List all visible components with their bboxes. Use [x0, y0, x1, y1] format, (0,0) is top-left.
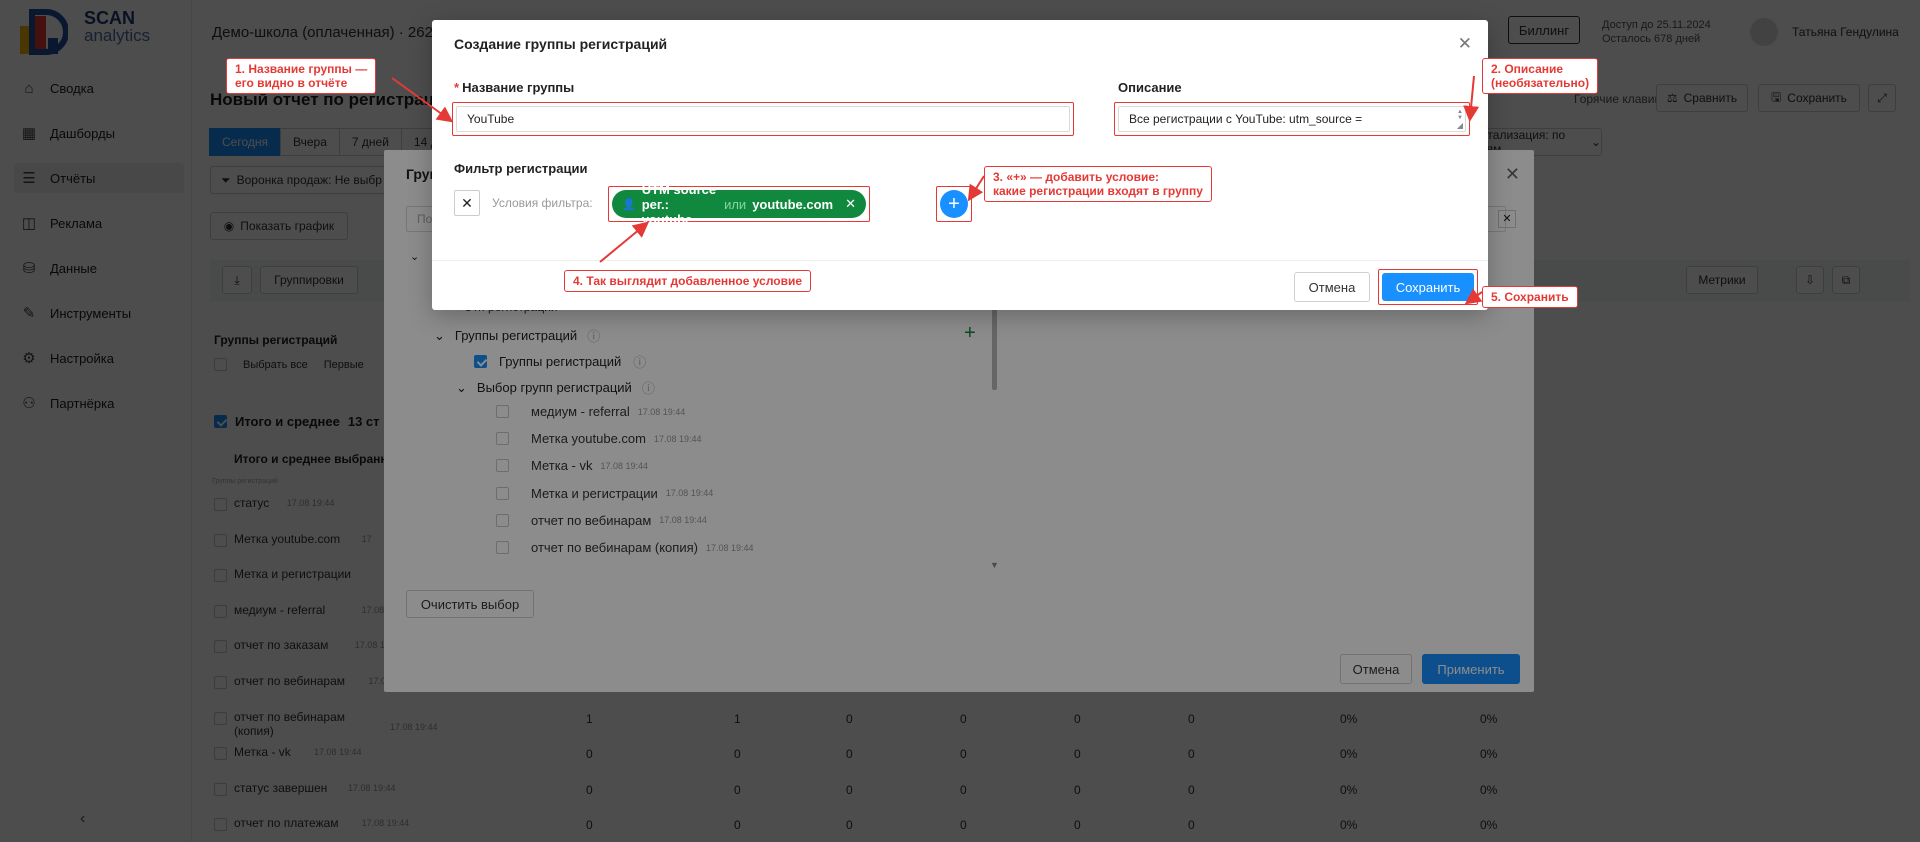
- filter-condition-tag[interactable]: 👤 UTM source рег.: youtube или youtube.c…: [612, 182, 866, 227]
- callout-2-line2: (необязательно): [1491, 76, 1590, 90]
- callout-2-line1: 2. Описание: [1491, 62, 1564, 76]
- description-textarea[interactable]: Все регистрации с YouTube: utm_source = …: [1118, 106, 1466, 132]
- callout-1-line1: 1. Название группы —: [235, 62, 368, 76]
- add-condition-icon[interactable]: +: [940, 190, 968, 218]
- create-group-modal: Создание группы регистраций ✕ * Название …: [432, 20, 1488, 310]
- modal-save-button[interactable]: Сохранить: [1382, 273, 1474, 301]
- user-icon: 👤: [622, 198, 636, 211]
- tag-remove-icon[interactable]: ✕: [845, 196, 856, 212]
- group-name-input[interactable]: YouTube: [456, 106, 1070, 132]
- tag-or: или: [724, 196, 747, 212]
- callout-2: 2. Описание (необязательно): [1482, 58, 1599, 94]
- callout-3: 3. «+» — добавить условие: какие регистр…: [984, 166, 1212, 202]
- textarea-scroll-icon[interactable]: ▲ ▼: [1457, 109, 1463, 121]
- modal-title: Создание группы регистраций: [454, 36, 668, 52]
- callout-3-line2: какие регистрации входят в группу: [993, 184, 1203, 198]
- callout-1: 1. Название группы — его видно в отчёте: [226, 58, 377, 94]
- callout-3-line1: 3. «+» — добавить условие:: [993, 170, 1160, 184]
- filter-label: Фильтр регистрации: [454, 161, 588, 176]
- name-label: * Название группы: [454, 80, 574, 95]
- callout-5: 5. Сохранить: [1482, 286, 1578, 308]
- tag-suffix: youtube.com: [752, 196, 834, 212]
- resize-handle-icon[interactable]: ◢: [1457, 121, 1463, 130]
- modal-close-icon[interactable]: ✕: [1458, 34, 1472, 54]
- callout-1-line2: его видно в отчёте: [235, 76, 348, 90]
- description-value: Все регистрации с YouTube: utm_source =: [1129, 112, 1363, 126]
- callout-4: 4. Так выглядит добавленное условие: [564, 270, 812, 292]
- modal-cancel-button[interactable]: Отмена: [1294, 272, 1370, 302]
- clear-filter-icon[interactable]: ✕: [454, 190, 480, 216]
- conditions-label: Условия фильтра:: [492, 196, 593, 210]
- modal-footer-divider: [432, 260, 1488, 261]
- description-label: Описание: [1118, 80, 1182, 95]
- tag-prefix: UTM source рег.: youtube: [641, 181, 717, 227]
- name-label-text: Название группы: [462, 80, 575, 95]
- required-mark: *: [454, 80, 460, 95]
